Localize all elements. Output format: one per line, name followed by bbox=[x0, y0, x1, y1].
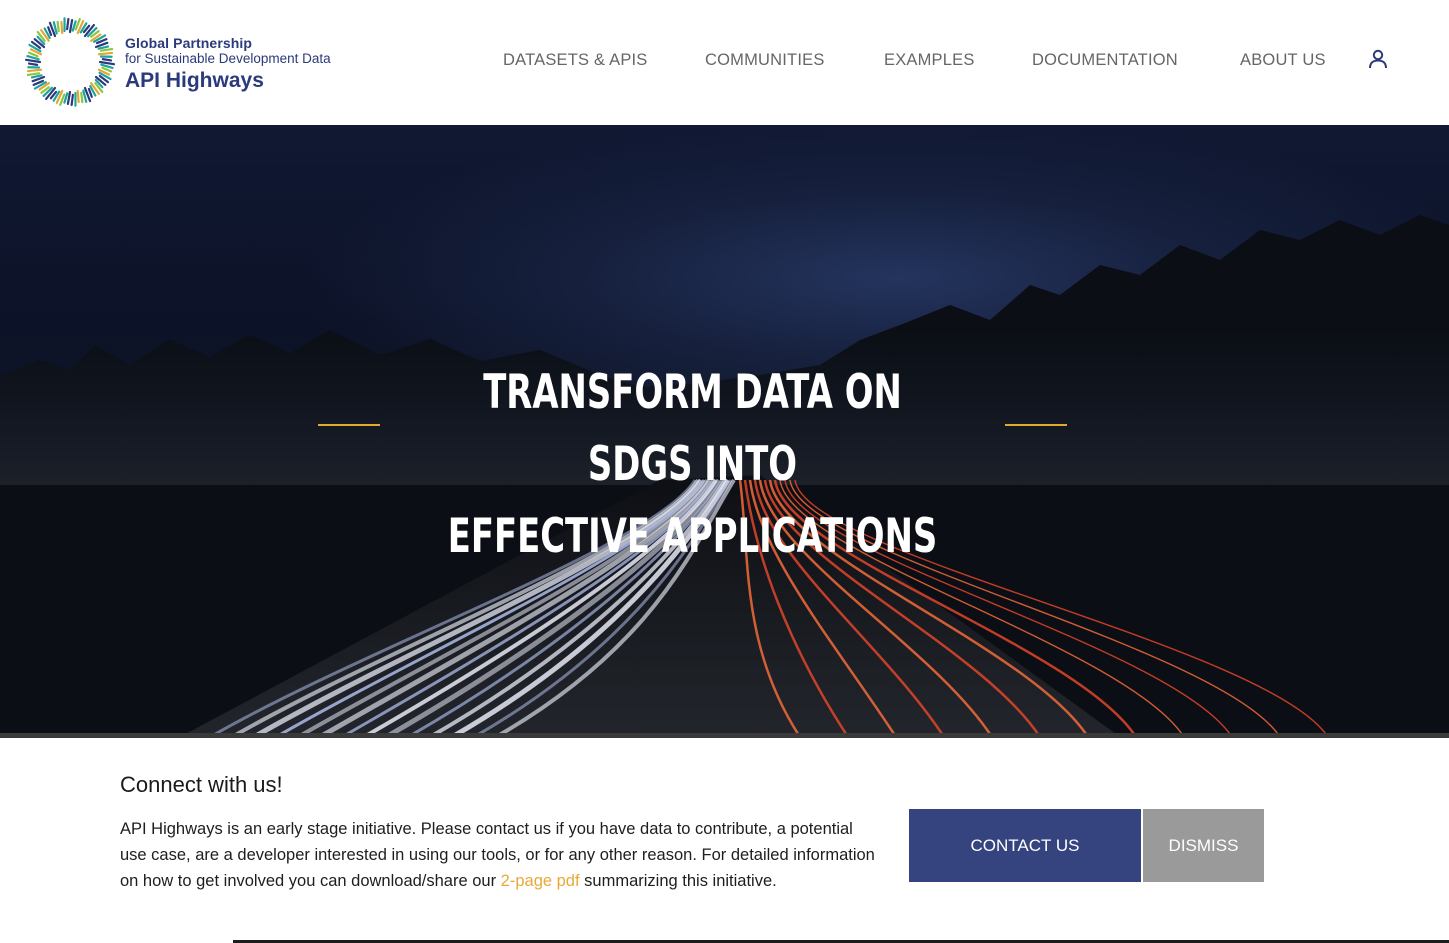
user-icon[interactable] bbox=[1367, 48, 1389, 70]
nav-item-examples[interactable]: EXAMPLES bbox=[884, 51, 975, 70]
nav-item-communities[interactable]: COMMUNITIES bbox=[705, 51, 825, 70]
hero-banner: TRANSFORM DATA ON SDGS INTO EFFECTIVE AP… bbox=[0, 125, 1449, 737]
hero-title-line-1: TRANSFORM DATA ON SDGS INTO bbox=[483, 365, 902, 492]
main-nav: DATASETS & APIS COMMUNITIES EXAMPLES DOC… bbox=[0, 51, 1449, 75]
dismiss-button[interactable]: DISMISS bbox=[1143, 809, 1264, 882]
notice-title: Connect with us! bbox=[120, 772, 283, 797]
nav-item-datasets-apis[interactable]: DATASETS & APIS bbox=[503, 51, 648, 70]
pdf-link[interactable]: 2-page pdf bbox=[501, 872, 580, 890]
hero-title-line-2: EFFECTIVE APPLICATIONS bbox=[447, 509, 938, 564]
connect-notice-panel: Connect with us! API Highways is an earl… bbox=[0, 733, 1449, 943]
nav-item-documentation[interactable]: DOCUMENTATION bbox=[1032, 51, 1178, 70]
hero-rule-left bbox=[318, 424, 380, 426]
hero-rule-right bbox=[1005, 424, 1067, 426]
notice-body: API Highways is an early stage initiativ… bbox=[120, 816, 880, 894]
notice-body-text-end: summarizing this initiative. bbox=[579, 872, 777, 890]
site-header: Global Partnership for Sustainable Devel… bbox=[0, 0, 1449, 125]
hero-title: TRANSFORM DATA ON SDGS INTO EFFECTIVE AP… bbox=[432, 357, 954, 573]
nav-item-about-us[interactable]: ABOUT US bbox=[1240, 51, 1326, 70]
contact-us-button[interactable]: CONTACT US bbox=[909, 809, 1141, 882]
logo-line-1: Global Partnership bbox=[125, 35, 253, 51]
